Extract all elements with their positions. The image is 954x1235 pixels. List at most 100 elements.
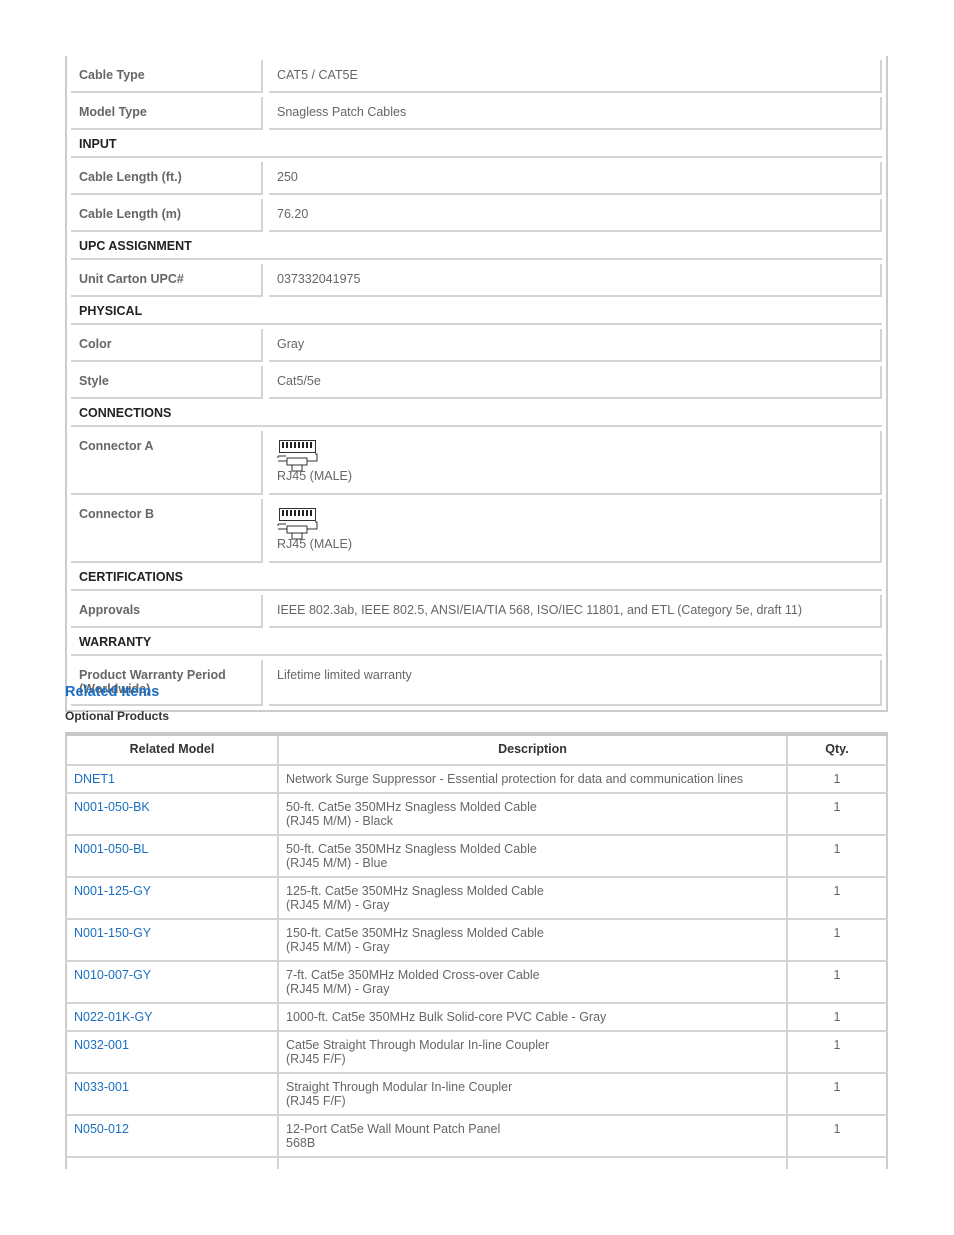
description-cell: Straight Through Modular In-line Coupler… — [278, 1073, 788, 1116]
related-model-cell: N001-150-GY — [66, 919, 279, 962]
spec-row: Model Type Snagless Patch Cables — [71, 97, 882, 130]
spec-row: Unit Carton UPC# 037332041975 — [71, 264, 882, 297]
related-model-link[interactable]: N050-012 — [74, 1122, 129, 1136]
description-cell: 50-ft. Cat5e 350MHz Snagless Molded Cabl… — [278, 835, 788, 878]
description-line: (RJ45 M/M) - Gray — [286, 982, 390, 996]
description-cell: 125-ft. Cat5e 350MHz Snagless Molded Cab… — [278, 877, 788, 920]
related-model-link[interactable]: N010-007-GY — [74, 968, 151, 982]
spec-label: Unit Carton UPC# — [71, 264, 263, 297]
spec-value: CAT5 / CAT5E — [269, 60, 882, 93]
spec-label: Style — [71, 366, 263, 399]
rj45-connector-icon — [277, 507, 319, 541]
table-row: N022-01K-GY 1000-ft. Cat5e 350MHz Bulk So… — [66, 1003, 887, 1032]
spec-row: Connector A RJ45 (MALE) — [71, 431, 882, 495]
related-model-cell — [66, 1157, 279, 1169]
description-line: (RJ45 M/M) - Gray — [286, 898, 390, 912]
spec-label: Cable Length (m) — [71, 199, 263, 232]
description-line: 1000-ft. Cat5e 350MHz Bulk Solid-core PV… — [286, 1010, 607, 1024]
rj45-connector-icon — [277, 439, 319, 473]
spec-row: Cable Length (m) 76.20 — [71, 199, 882, 232]
table-row: N050-012 12-Port Cat5e Wall Mount Patch P… — [66, 1115, 887, 1158]
spec-row: Approvals IEEE 802.3ab, IEEE 802.5, ANSI/… — [71, 595, 882, 628]
related-model-link[interactable]: DNET1 — [74, 772, 115, 786]
qty-cell: 1 — [787, 877, 887, 920]
related-model-link[interactable]: N001-050-BL — [74, 842, 148, 856]
description-line: 125-ft. Cat5e 350MHz Snagless Molded Cab… — [286, 884, 544, 898]
spec-row: Cable Length (ft.) 250 — [71, 162, 882, 195]
spec-value: 250 — [269, 162, 882, 195]
spec-label: Color — [71, 329, 263, 362]
description-line: 50-ft. Cat5e 350MHz Snagless Molded Cabl… — [286, 842, 537, 856]
section-header: CONNECTIONS — [71, 403, 882, 427]
section-header: PHYSICAL — [71, 301, 882, 325]
related-model-cell: N001-125-GY — [66, 877, 279, 920]
description-line: (RJ45 F/F) — [286, 1094, 346, 1108]
description-cell: 7-ft. Cat5e 350MHz Molded Cross-over Cab… — [278, 961, 788, 1004]
section-header: INPUT — [71, 134, 882, 158]
qty-cell: 1 — [787, 1115, 887, 1158]
spec-row: Product Warranty Period (Worldwide) Lifet… — [71, 660, 882, 706]
section-header: CERTIFICATIONS — [71, 567, 882, 591]
qty-cell: 1 — [787, 1003, 887, 1032]
spec-value: Lifetime limited warranty — [269, 660, 882, 706]
related-products-table: Related Model Description Qty. DNET1 Netw… — [65, 732, 888, 1169]
related-model-cell: N001-050-BK — [66, 793, 279, 836]
spec-row: Style Cat5/5e — [71, 366, 882, 399]
description-line: 12-Port Cat5e Wall Mount Patch Panel — [286, 1122, 501, 1136]
description-cell: 150-ft. Cat5e 350MHz Snagless Molded Cab… — [278, 919, 788, 962]
qty-cell — [787, 1157, 887, 1169]
table-header-row: Related Model Description Qty. — [66, 732, 887, 766]
column-header-qty: Qty. — [787, 732, 887, 766]
related-model-link[interactable]: N001-125-GY — [74, 884, 151, 898]
spec-row: Cable Type CAT5 / CAT5E — [71, 60, 882, 93]
related-model-link[interactable]: N001-050-BK — [74, 800, 150, 814]
description-cell: 50-ft. Cat5e 350MHz Snagless Molded Cabl… — [278, 793, 788, 836]
description-line: Cat5e Straight Through Modular In-line C… — [286, 1038, 550, 1052]
spec-row: Connector B RJ45 (MALE) — [71, 499, 882, 563]
description-line: 7-ft. Cat5e 350MHz Molded Cross-over Cab… — [286, 968, 540, 982]
description-cell — [278, 1157, 788, 1169]
spec-label: Connector B — [71, 499, 263, 563]
connector-type-label: RJ45 (MALE) — [277, 537, 353, 551]
qty-cell: 1 — [787, 1073, 887, 1116]
spec-value: 037332041975 — [269, 264, 882, 297]
spec-value: Cat5/5e — [269, 366, 882, 399]
table-row: N033-001 Straight Through Modular In-line… — [66, 1073, 887, 1116]
qty-cell: 1 — [787, 919, 887, 962]
related-model-cell: N022-01K-GY — [66, 1003, 279, 1032]
table-row: N001-050-BK 50-ft. Cat5e 350MHz Snagless … — [66, 793, 887, 836]
table-row: N001-050-BL 50-ft. Cat5e 350MHz Snagless … — [66, 835, 887, 878]
column-header-description: Description — [278, 732, 788, 766]
qty-cell: 1 — [787, 765, 887, 794]
description-cell: Cat5e Straight Through Modular In-line C… — [278, 1031, 788, 1074]
description-cell: 1000-ft. Cat5e 350MHz Bulk Solid-core PV… — [278, 1003, 788, 1032]
related-model-cell: N050-012 — [66, 1115, 279, 1158]
table-row: N001-150-GY 150-ft. Cat5e 350MHz Snagless… — [66, 919, 887, 962]
description-line: (RJ45 M/M) - Black — [286, 814, 393, 828]
description-cell: Network Surge Suppressor - Essential pro… — [278, 765, 788, 794]
section-header: WARRANTY — [71, 632, 882, 656]
table-row: N032-001 Cat5e Straight Through Modular I… — [66, 1031, 887, 1074]
related-model-link[interactable]: N033-001 — [74, 1080, 129, 1094]
related-model-cell: N010-007-GY — [66, 961, 279, 1004]
description-line: Straight Through Modular In-line Coupler — [286, 1080, 513, 1094]
spec-value: IEEE 802.3ab, IEEE 802.5, ANSI/EIA/TIA 5… — [269, 595, 882, 628]
spec-label: Cable Type — [71, 60, 263, 93]
qty-cell: 1 — [787, 1031, 887, 1074]
table-row: N001-125-GY 125-ft. Cat5e 350MHz Snagless… — [66, 877, 887, 920]
spec-value: 76.20 — [269, 199, 882, 232]
related-model-link[interactable]: N022-01K-GY — [74, 1010, 153, 1024]
table-row-partial — [66, 1157, 887, 1169]
specifications-table: Cable Type CAT5 / CAT5E Model Type Snagless… — [65, 56, 888, 712]
spec-value: Snagless Patch Cables — [269, 97, 882, 130]
description-line: (RJ45 F/F) — [286, 1052, 346, 1066]
description-line: 150-ft. Cat5e 350MHz Snagless Molded Cab… — [286, 926, 544, 940]
related-model-link[interactable]: N032-001 — [74, 1038, 129, 1052]
related-items-heading: Related Items — [65, 684, 160, 700]
related-model-cell: N032-001 — [66, 1031, 279, 1074]
section-header: UPC ASSIGNMENT — [71, 236, 882, 260]
table-row: DNET1 Network Surge Suppressor - Essentia… — [66, 765, 887, 794]
related-model-link[interactable]: N001-150-GY — [74, 926, 151, 940]
qty-cell: 1 — [787, 793, 887, 836]
related-model-cell: N001-050-BL — [66, 835, 279, 878]
